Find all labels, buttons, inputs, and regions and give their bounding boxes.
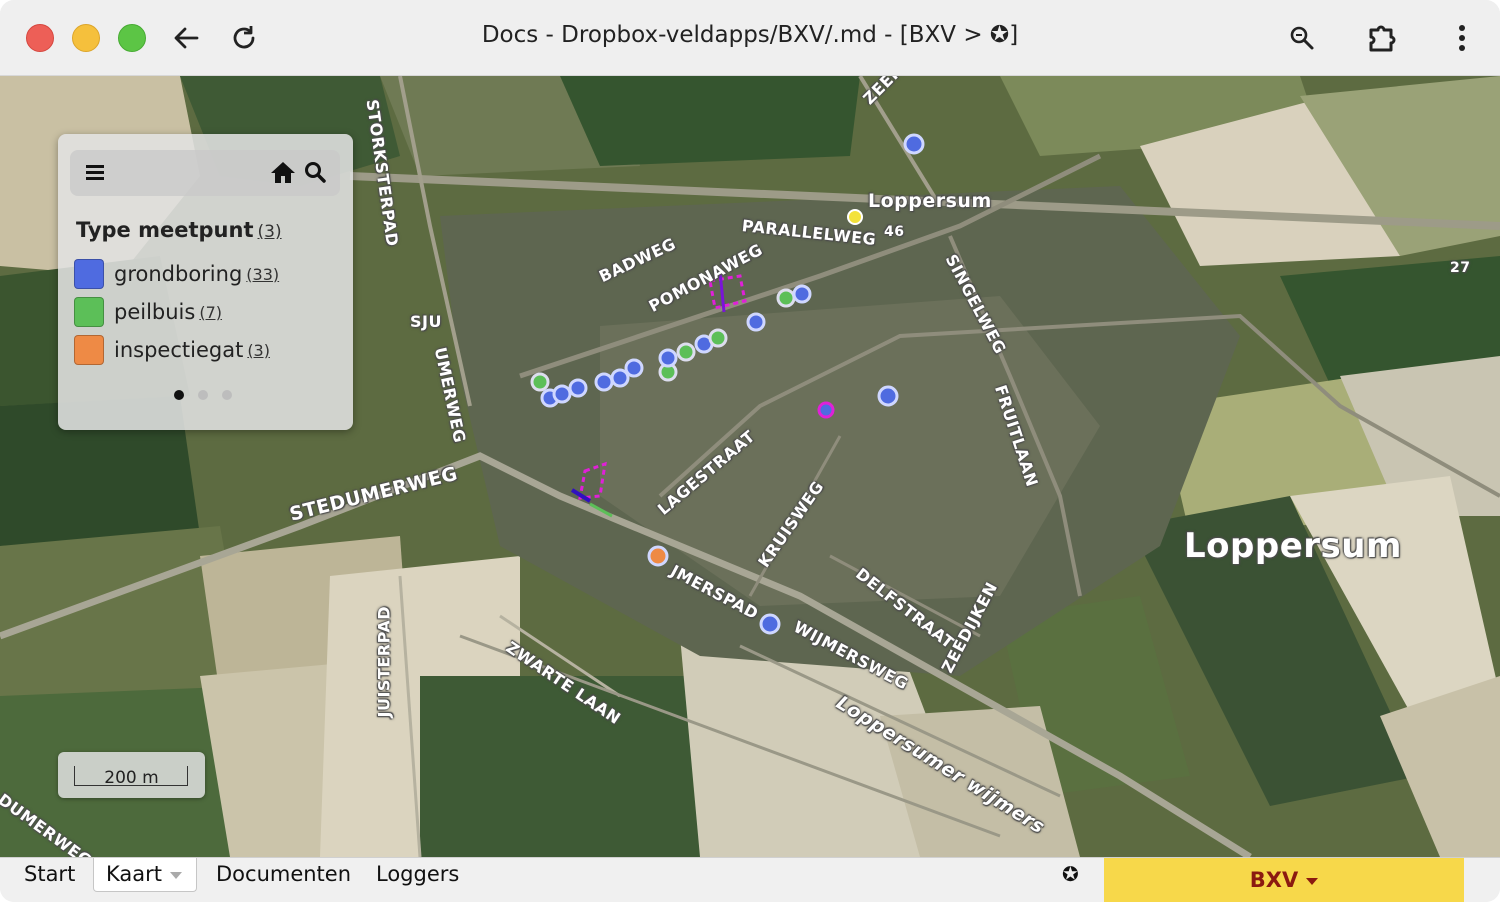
star-icon[interactable]: ✪ <box>1062 858 1079 902</box>
back-button[interactable] <box>166 18 206 58</box>
town-label-loppersum: Loppersum <box>1184 526 1402 566</box>
chevron-down-icon <box>170 871 183 879</box>
more-vertical-icon <box>1459 25 1465 51</box>
street-label-sjumerweg: SJU <box>410 312 442 331</box>
legend-title: Type meetpunt (3) <box>76 218 282 242</box>
window-title: Docs - Dropbox-veldapps/BXV/.md - [BXV >… <box>481 22 1019 48</box>
zoom-window-button[interactable] <box>118 24 146 52</box>
nav-kaart-dropdown[interactable]: Kaart <box>93 858 197 892</box>
project-label: BXV <box>1249 868 1299 892</box>
legend-item-count[interactable]: (33) <box>246 265 279 284</box>
more-menu-button[interactable] <box>1442 18 1482 58</box>
legend-item-count[interactable]: (7) <box>199 303 222 322</box>
back-arrow-icon <box>174 27 199 49</box>
pager-dot-1[interactable] <box>174 390 184 400</box>
road-number-46: 46 <box>884 224 905 240</box>
reload-icon <box>233 26 255 49</box>
swatch-grondboring <box>74 259 104 289</box>
zoom-icon <box>1290 26 1314 50</box>
nav-start[interactable]: Start <box>24 858 75 902</box>
legend-pager <box>174 390 232 400</box>
legend-title-count[interactable]: (3) <box>258 222 282 242</box>
nav-documenten[interactable]: Documenten <box>216 858 351 902</box>
legend-item-label: grondboring <box>114 262 243 286</box>
road-number-27: 27 <box>1450 260 1471 276</box>
swatch-inspectiegat <box>74 335 104 365</box>
app-window: Docs - Dropbox-veldapps/BXV/.md - [BXV >… <box>0 0 1500 902</box>
legend-item-inspectiegat[interactable]: inspectiegat (3) <box>74 333 270 367</box>
legend-item-grondboring[interactable]: grondboring (33) <box>74 257 279 291</box>
search-icon[interactable] <box>303 160 327 188</box>
swatch-peilbuis <box>74 297 104 327</box>
legend-title-text: Type meetpunt <box>76 218 254 242</box>
bottom-nav-bar: Start Kaart Documenten Loggers ✪ BXV <box>0 857 1500 902</box>
project-selector[interactable]: BXV <box>1104 858 1464 902</box>
legend-panel: Type meetpunt (3) grondboring (33) peilbu… <box>58 134 353 430</box>
home-icon[interactable] <box>270 160 296 188</box>
extensions-button[interactable] <box>1363 18 1403 58</box>
scale-bar: 200 m <box>58 752 205 798</box>
legend-toolbar <box>70 150 340 196</box>
street-label-juisterpad: JUISTERPAD <box>374 605 394 718</box>
legend-item-peilbuis[interactable]: peilbuis (7) <box>74 295 222 329</box>
zoom-button[interactable] <box>1282 18 1322 58</box>
extension-icon <box>1369 25 1396 52</box>
legend-item-label: peilbuis <box>114 300 196 324</box>
pager-dot-2[interactable] <box>198 390 208 400</box>
menu-icon[interactable] <box>84 162 106 186</box>
title-bar: Docs - Dropbox-veldapps/BXV/.md - [BXV >… <box>0 0 1500 76</box>
legend-item-label: inspectiegat <box>114 338 244 362</box>
legend-item-count[interactable]: (3) <box>247 341 270 360</box>
chevron-down-icon <box>1306 877 1319 885</box>
close-window-button[interactable] <box>26 24 54 52</box>
pager-dot-3[interactable] <box>222 390 232 400</box>
station-label-loppersum: Loppersum <box>868 190 992 212</box>
reload-button[interactable] <box>224 18 264 58</box>
minimize-window-button[interactable] <box>72 24 100 52</box>
scale-label: 200 m <box>104 768 159 788</box>
nav-loggers[interactable]: Loggers <box>376 858 459 902</box>
nav-kaart-label: Kaart <box>106 862 163 886</box>
